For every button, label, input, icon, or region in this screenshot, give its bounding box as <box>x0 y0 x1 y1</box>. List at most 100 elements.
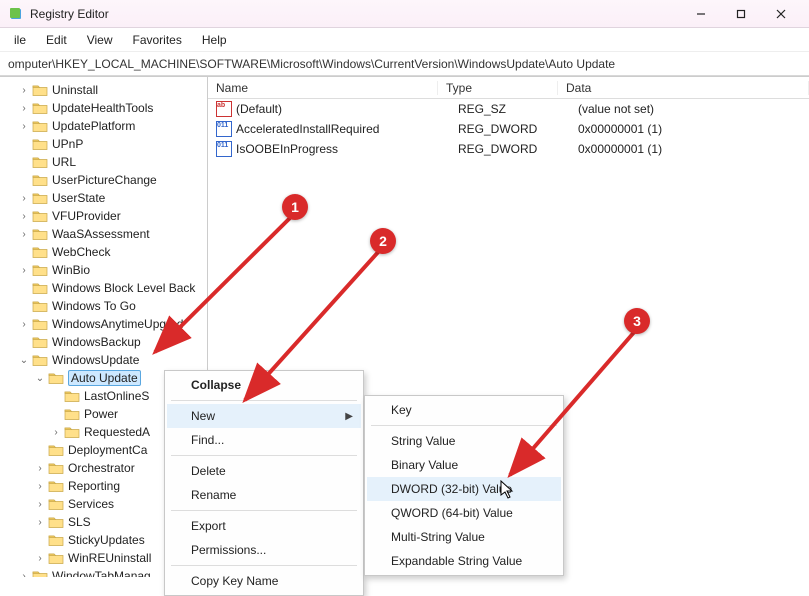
chevron-right-icon[interactable]: › <box>18 229 30 240</box>
title-bar: Registry Editor <box>0 0 809 28</box>
dword-value-icon: 011 <box>216 141 232 157</box>
tree-item[interactable]: ›UpdatePlatform <box>0 117 207 135</box>
chevron-right-icon[interactable]: › <box>18 571 30 578</box>
cell-data: 0x00000001 (1) <box>578 122 801 136</box>
folder-icon <box>48 479 64 493</box>
folder-icon <box>32 209 48 223</box>
col-type[interactable]: Type <box>438 81 558 95</box>
tree-item-label: SLS <box>68 515 91 529</box>
menu-edit[interactable]: Edit <box>36 29 77 51</box>
cell-type: REG_DWORD <box>458 142 578 156</box>
list-row[interactable]: 011IsOOBEInProgressREG_DWORD0x00000001 (… <box>208 139 809 159</box>
cell-type: REG_SZ <box>458 102 578 116</box>
sub-multi[interactable]: Multi-String Value <box>367 525 561 549</box>
chevron-right-icon[interactable]: › <box>34 553 46 564</box>
folder-icon <box>64 425 80 439</box>
chevron-right-icon[interactable]: › <box>18 211 30 222</box>
chevron-down-icon[interactable]: ⌄ <box>34 373 46 384</box>
folder-icon <box>48 443 64 457</box>
tree-item[interactable]: ›UpdateHealthTools <box>0 99 207 117</box>
address-path: omputer\HKEY_LOCAL_MACHINE\SOFTWARE\Micr… <box>8 57 615 71</box>
folder-icon <box>32 101 48 115</box>
col-data[interactable]: Data <box>558 81 809 95</box>
tree-item-label: WindowsUpdate <box>52 353 139 367</box>
tree-item-label: UserPictureChange <box>52 173 157 187</box>
sub-expand[interactable]: Expandable String Value <box>367 549 561 573</box>
chevron-right-icon: ▶ <box>345 411 353 422</box>
menu-view[interactable]: View <box>77 29 123 51</box>
chevron-right-icon[interactable]: › <box>18 265 30 276</box>
close-button[interactable] <box>761 0 801 27</box>
folder-icon <box>32 353 48 367</box>
tree-item[interactable]: WindowsBackup <box>0 333 207 351</box>
minimize-button[interactable] <box>681 0 721 27</box>
menu-favorites[interactable]: Favorites <box>123 29 192 51</box>
folder-icon <box>32 299 48 313</box>
folder-icon <box>32 569 48 577</box>
annotation-1: 1 <box>282 194 308 220</box>
tree-item[interactable]: UserPictureChange <box>0 171 207 189</box>
tree-item[interactable]: Windows Block Level Back <box>0 279 207 297</box>
tree-item[interactable]: UPnP <box>0 135 207 153</box>
ctx-copy-key-name[interactable]: Copy Key Name <box>167 569 361 593</box>
ctx-permissions[interactable]: Permissions... <box>167 538 361 562</box>
folder-icon <box>32 191 48 205</box>
folder-icon <box>32 335 48 349</box>
sub-string[interactable]: String Value <box>367 429 561 453</box>
tree-item[interactable]: WebCheck <box>0 243 207 261</box>
list-row[interactable]: 011AcceleratedInstallRequiredREG_DWORD0x… <box>208 119 809 139</box>
tree-item[interactable]: Windows To Go <box>0 297 207 315</box>
tree-item-label: Services <box>68 497 114 511</box>
ctx-rename[interactable]: Rename <box>167 483 361 507</box>
address-bar[interactable]: omputer\HKEY_LOCAL_MACHINE\SOFTWARE\Micr… <box>0 52 809 76</box>
chevron-right-icon[interactable]: › <box>34 481 46 492</box>
tree-item[interactable]: URL <box>0 153 207 171</box>
ctx-delete[interactable]: Delete <box>167 459 361 483</box>
tree-item[interactable]: ⌄ WindowsUpdate <box>0 351 207 369</box>
tree-item-label: StickyUpdates <box>68 533 145 547</box>
context-submenu-new: Key String Value Binary Value DWORD (32-… <box>364 395 564 576</box>
tree-item[interactable]: › UserState <box>0 189 207 207</box>
menu-help[interactable]: Help <box>192 29 237 51</box>
tree-item-label: VFUProvider <box>52 209 121 223</box>
sub-key[interactable]: Key <box>367 398 561 422</box>
ctx-find[interactable]: Find... <box>167 428 361 452</box>
col-name[interactable]: Name <box>208 81 438 95</box>
ctx-collapse[interactable]: Collapse <box>167 373 361 397</box>
ctx-new[interactable]: New ▶ <box>167 404 361 428</box>
ctx-export[interactable]: Export <box>167 514 361 538</box>
chevron-right-icon[interactable]: › <box>34 517 46 528</box>
maximize-button[interactable] <box>721 0 761 27</box>
folder-icon <box>48 551 64 565</box>
tree-item[interactable]: › VFUProvider <box>0 207 207 225</box>
folder-icon <box>32 263 48 277</box>
sub-binary[interactable]: Binary Value <box>367 453 561 477</box>
tree-item[interactable]: › Uninstall <box>0 81 207 99</box>
chevron-right-icon[interactable]: › <box>50 427 62 438</box>
tree-item[interactable]: › WaaSAssessment <box>0 225 207 243</box>
tree-item[interactable]: ›WindowsAnytimeUpgrad <box>0 315 207 333</box>
tree-item-label: Orchestrator <box>68 461 135 475</box>
annotation-3: 3 <box>624 308 650 334</box>
sub-qword[interactable]: QWORD (64-bit) Value <box>367 501 561 525</box>
menu-file[interactable]: ile <box>4 29 36 51</box>
tree-item-label: UserState <box>52 191 105 205</box>
tree-item-label: Power <box>84 407 118 421</box>
chevron-right-icon[interactable]: › <box>18 121 30 132</box>
chevron-right-icon[interactable]: › <box>34 463 46 474</box>
chevron-right-icon[interactable]: › <box>18 319 30 330</box>
chevron-right-icon[interactable]: › <box>18 103 30 114</box>
tree-item-label: WaaSAssessment <box>52 227 150 241</box>
chevron-right-icon[interactable]: › <box>18 193 30 204</box>
cell-name: (Default) <box>236 102 458 116</box>
chevron-down-icon[interactable]: ⌄ <box>18 355 30 366</box>
sub-dword[interactable]: DWORD (32-bit) Value <box>367 477 561 501</box>
folder-icon <box>32 119 48 133</box>
tree-item-label: Uninstall <box>52 83 98 97</box>
tree-item-label: DeploymentCa <box>68 443 147 457</box>
chevron-right-icon[interactable]: › <box>18 85 30 96</box>
list-row[interactable]: ab(Default)REG_SZ(value not set) <box>208 99 809 119</box>
chevron-right-icon[interactable]: › <box>34 499 46 510</box>
tree-item[interactable]: ›WinBio <box>0 261 207 279</box>
separator <box>371 425 557 426</box>
